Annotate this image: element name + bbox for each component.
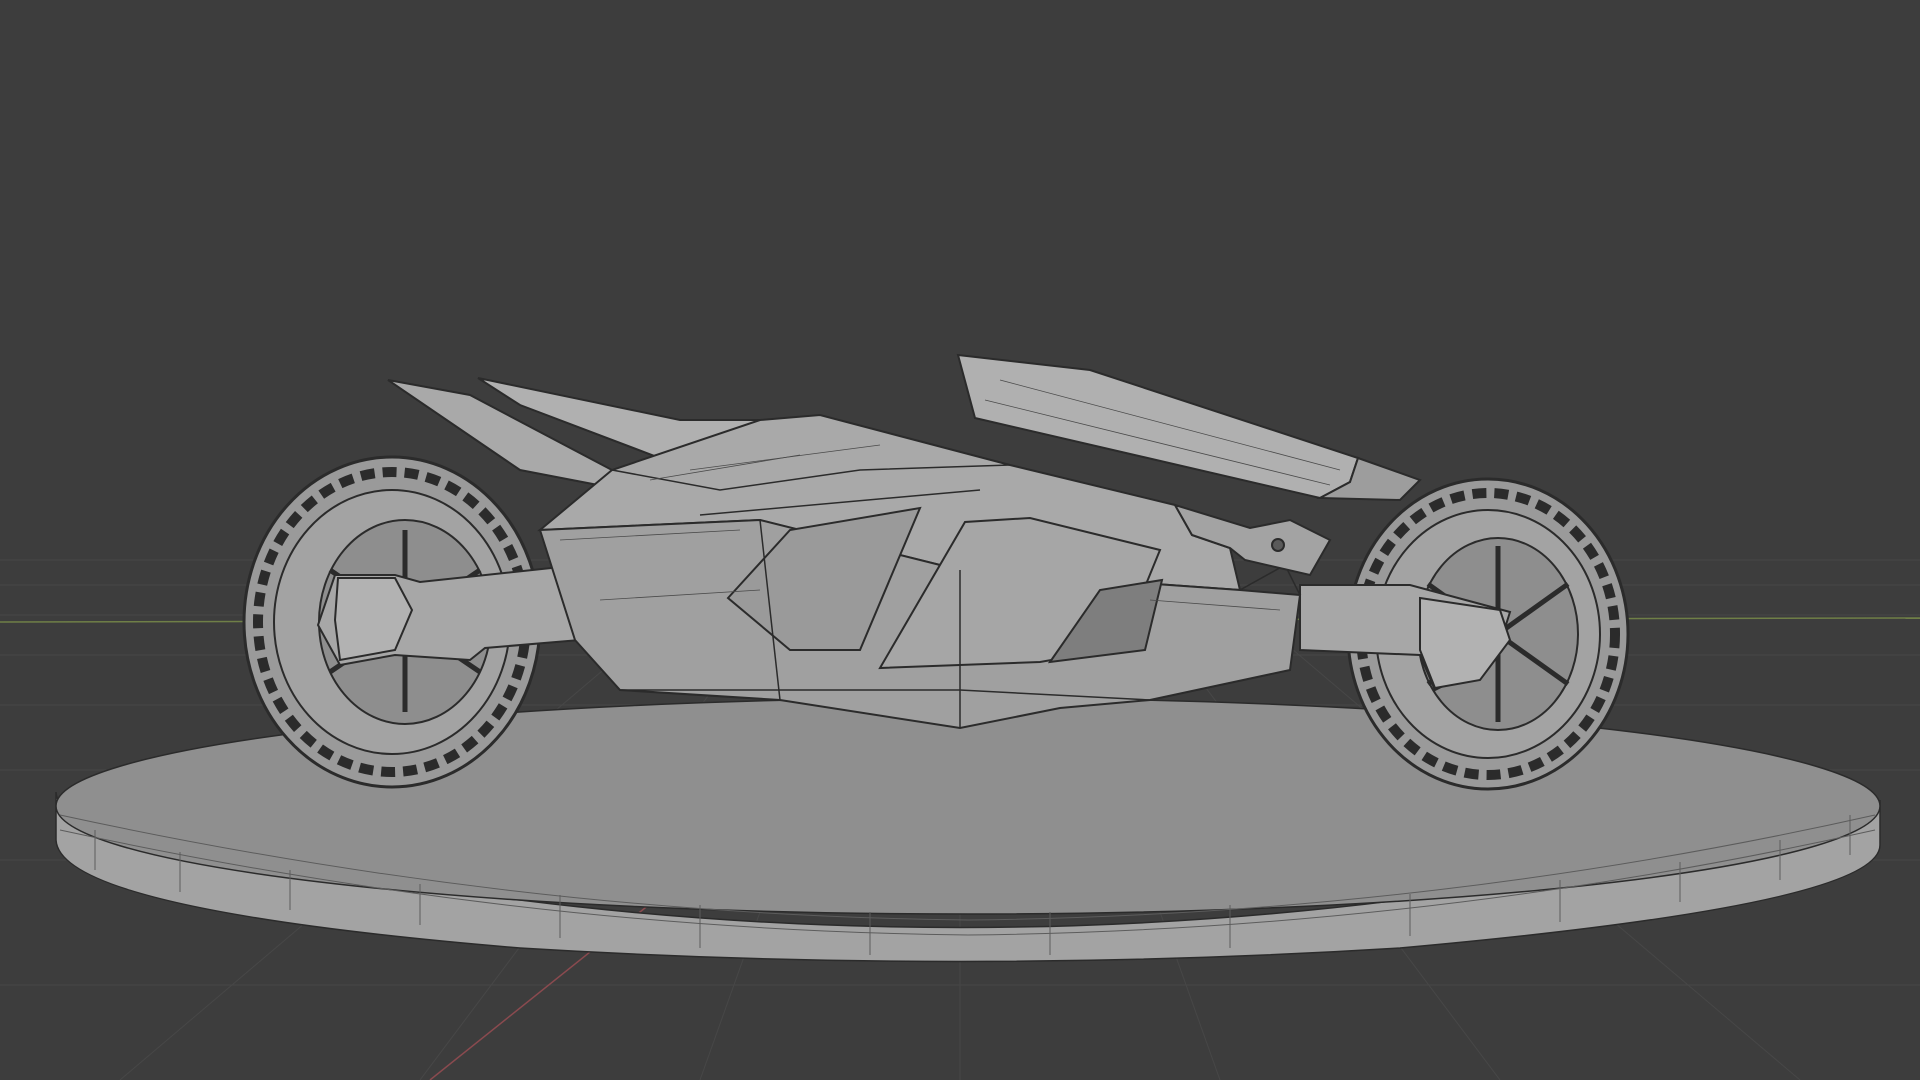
headlight-icon: [1271, 538, 1285, 552]
viewport-canvas[interactable]: [0, 0, 1920, 1080]
3d-viewport[interactable]: [0, 0, 1920, 1080]
